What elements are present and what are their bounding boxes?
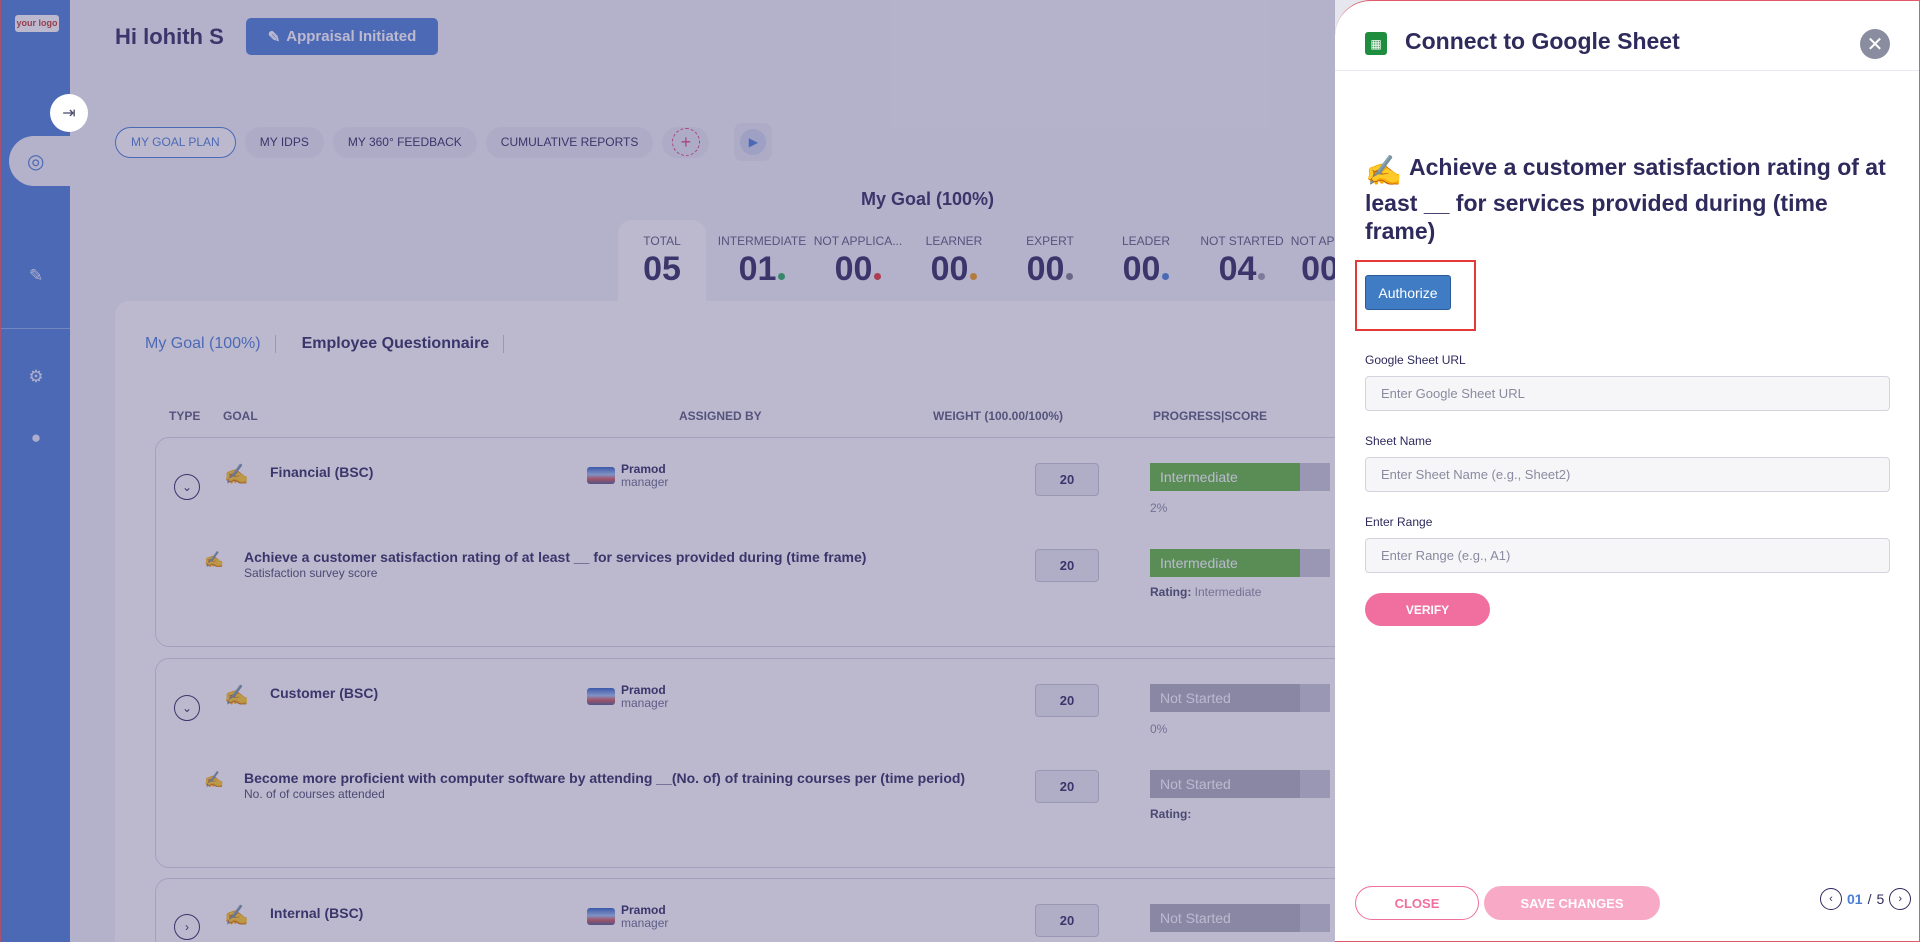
google-sheet-drawer: ▦ Connect to Google Sheet ✕ ✍ Achieve a c… <box>1335 0 1920 942</box>
sidebar-toggle-icon[interactable]: ⇥ <box>50 94 88 132</box>
google-sheets-icon: ▦ <box>1365 32 1387 55</box>
page-separator: / <box>1867 891 1872 907</box>
drawer-title: Connect to Google Sheet <box>1405 28 1680 54</box>
goal-title: Achieve a customer satisfaction rating o… <box>1365 154 1886 244</box>
google-sheet-url-input[interactable] <box>1365 376 1890 411</box>
range-label: Enter Range <box>1365 515 1433 529</box>
goal-title-block: ✍ Achieve a customer satisfaction rating … <box>1365 153 1895 245</box>
chevron-right-icon[interactable]: › <box>1889 888 1912 910</box>
google-sheet-url-label: Google Sheet URL <box>1365 353 1466 367</box>
close-button[interactable]: CLOSE <box>1355 886 1479 920</box>
authorize-button[interactable]: Authorize <box>1365 275 1451 310</box>
close-icon[interactable]: ✕ <box>1860 29 1890 59</box>
drawer-header: ▦ Connect to Google Sheet ✕ <box>1335 1 1919 71</box>
pagination: ‹ 01 / 5 › <box>1820 888 1912 910</box>
verify-button[interactable]: VERIFY <box>1365 593 1490 626</box>
modal-backdrop[interactable] <box>0 0 1335 942</box>
goal-clipboard-icon: ✍ <box>1365 155 1403 188</box>
save-changes-button[interactable]: SAVE CHANGES <box>1484 886 1660 920</box>
page-total: 5 <box>1876 891 1885 907</box>
range-input[interactable] <box>1365 538 1890 573</box>
page-current: 01 <box>1847 891 1863 907</box>
sheet-name-input[interactable] <box>1365 457 1890 492</box>
sheet-name-label: Sheet Name <box>1365 434 1432 448</box>
chevron-left-icon[interactable]: ‹ <box>1820 888 1842 910</box>
